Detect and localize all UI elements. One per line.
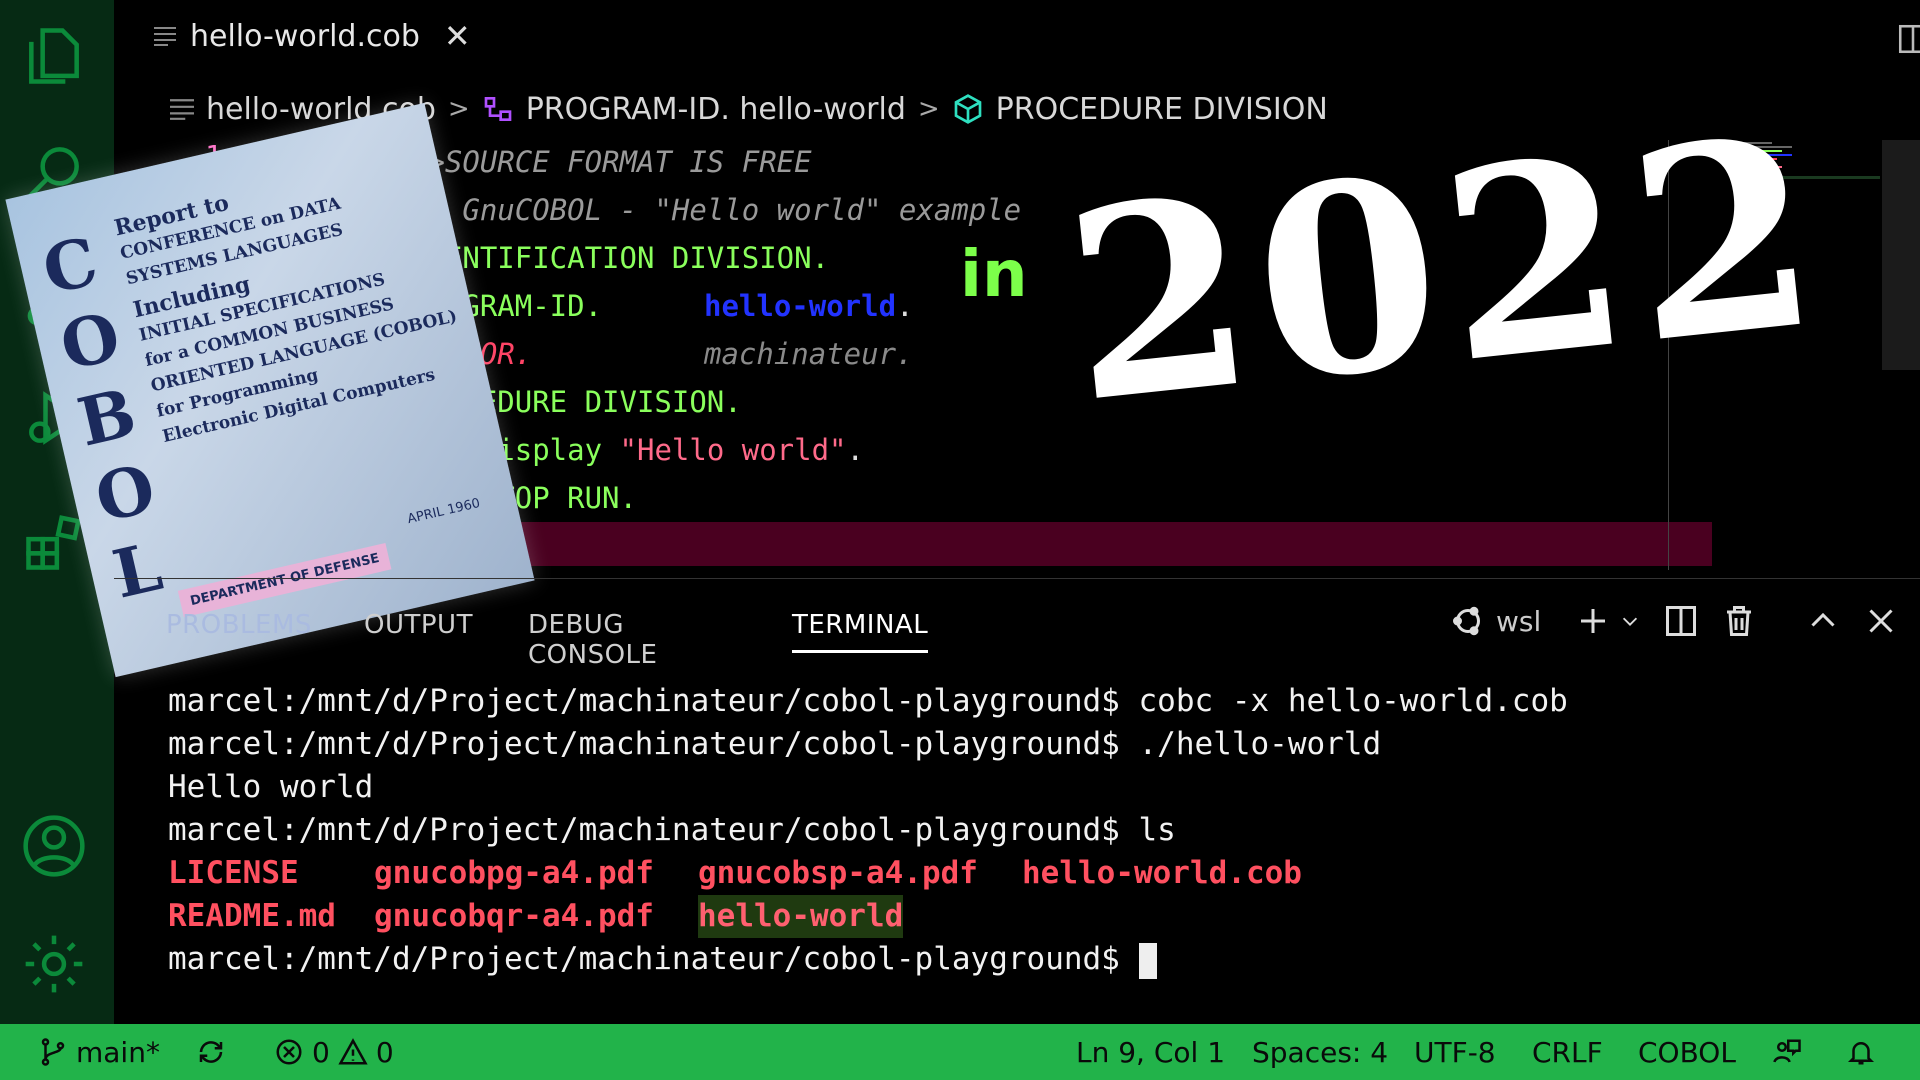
code-string: "Hello world" (619, 433, 847, 467)
feedback-icon (1773, 1039, 1801, 1063)
explorer-icon[interactable] (20, 22, 88, 90)
bell-icon (1847, 1042, 1875, 1065)
tab-terminal[interactable]: TERMINAL (792, 610, 929, 653)
code-line: >>SOURCE FORMAT IS FREE (410, 145, 812, 179)
problems-indicator[interactable]: 0 0 (274, 1024, 394, 1080)
split-terminal-icon[interactable] (1663, 603, 1699, 639)
error-count: 0 (312, 1035, 330, 1069)
close-panel-icon[interactable] (1863, 603, 1899, 639)
trash-icon[interactable] (1721, 603, 1757, 639)
tab-output[interactable]: OUTPUT (364, 610, 473, 640)
settings-gear-icon[interactable] (20, 930, 88, 998)
chevron-up-icon[interactable] (1805, 603, 1841, 639)
code-line: AUTHOR.machinateur. (410, 330, 1021, 378)
notifications-button[interactable] (1846, 1024, 1876, 1080)
file-lines-icon (170, 99, 194, 120)
warning-count: 0 (375, 1035, 394, 1069)
code-punct: . (896, 289, 914, 323)
year-overlay: 2022 (1054, 78, 1838, 462)
editor-tab-bar: hello-world.cob ✕ ··· (114, 0, 1920, 72)
end-of-line[interactable]: CRLF (1532, 1024, 1603, 1080)
status-bar: main* 0 0 Ln 9, Col 1 Spaces: 4 UTF-8 CR… (0, 1024, 1920, 1080)
branch-indicator[interactable]: main* (38, 1024, 160, 1080)
ls-entry: LICENSE (168, 855, 299, 891)
sync-icon (199, 1041, 223, 1063)
panel-actions: wsl (1450, 596, 1899, 646)
terminal-line: marcel:/mnt/d/Project/machinateur/cobol-… (168, 938, 1568, 981)
tab-problems[interactable]: PROBLEMS (166, 610, 312, 640)
ubuntu-icon (1453, 606, 1480, 636)
breadcrumb-separator: > (447, 94, 470, 124)
ls-entry: gnucobpg-a4.pdf (374, 855, 654, 891)
cursor-position[interactable]: Ln 9, Col 1 (1076, 1024, 1225, 1080)
tab-title: hello-world.cob (190, 18, 420, 54)
file-lines-icon (154, 27, 176, 46)
ls-entry: hello-world.cob (1022, 855, 1302, 891)
code-line: IDENTIFICATION DIVISION. (410, 241, 830, 275)
extensions-icon[interactable] (20, 508, 88, 576)
code-punct: . (846, 433, 864, 467)
code-author: machinateur. (704, 337, 914, 371)
ls-entry: README.md (168, 898, 336, 934)
warning-icon (338, 1038, 368, 1065)
new-terminal-icon[interactable] (1575, 603, 1611, 639)
tab-debug-console[interactable]: DEBUG CONSOLE (528, 610, 657, 670)
book-footer: DEPARTMENT OF DEFENSE (177, 542, 392, 618)
ls-entry: gnucobqr-a4.pdf (374, 898, 654, 934)
code-line: PROGRAM-ID. hello-world. (410, 282, 1021, 330)
accounts-icon[interactable] (20, 812, 88, 880)
terminal[interactable]: marcel:/mnt/d/Project/machinateur/cobol-… (168, 680, 1568, 981)
editor-tab-hello-world[interactable]: hello-world.cob ✕ (154, 14, 471, 58)
sync-button[interactable] (196, 1024, 226, 1080)
editor-scrollbar[interactable] (1882, 140, 1920, 370)
chevron-down-icon[interactable] (1619, 610, 1641, 632)
feedback-button[interactable] (1772, 1024, 1802, 1080)
book-title-text: Report to CONFERENCE on DATA SYSTEMS LAN… (111, 189, 460, 448)
terminal-line: marcel:/mnt/d/Project/machinateur/cobol-… (168, 812, 1176, 848)
git-branch-icon (41, 1038, 65, 1066)
ls-entry: gnucobsp-a4.pdf (698, 855, 978, 891)
breadcrumb-program[interactable]: PROGRAM-ID. hello-world (526, 92, 906, 127)
ls-output-row: README.md gnucobqr-a4.pdf hello-world (168, 895, 1568, 938)
symbol-module-icon (954, 94, 982, 124)
panel-border (114, 578, 1920, 579)
terminal-cursor (1138, 942, 1157, 979)
in-word-overlay: in (960, 238, 1028, 312)
code-line: *> GnuCOBOL - "Hello world" example (410, 193, 1022, 227)
symbol-structure-icon (484, 97, 512, 121)
terminal-line: marcel:/mnt/d/Project/machinateur/cobol-… (168, 726, 1382, 762)
language-mode[interactable]: COBOL (1638, 1024, 1736, 1080)
terminal-shell-name[interactable]: wsl (1496, 605, 1541, 638)
encoding[interactable]: UTF-8 (1414, 1024, 1496, 1080)
branch-name: main* (76, 1035, 160, 1069)
code-identifier: hello-world (704, 289, 897, 323)
error-icon (276, 1039, 302, 1065)
terminal-line: marcel:/mnt/d/Project/machinateur/cobol-… (168, 683, 1568, 719)
code-line: PROCEDURE DIVISION. (410, 385, 742, 419)
ls-entry-executable: hello-world (698, 895, 904, 938)
split-editor-icon[interactable] (1896, 22, 1920, 56)
ls-output-row: LICENSE gnucobpg-a4.pdf gnucobsp-a4.pdf … (168, 852, 1568, 895)
indentation[interactable]: Spaces: 4 (1252, 1024, 1388, 1080)
book-date: APRIL 1960 (406, 495, 482, 528)
breadcrumb-separator: > (917, 94, 940, 124)
breadcrumb-division[interactable]: PROCEDURE DIVISION (996, 92, 1328, 127)
terminal-line: Hello world (168, 769, 374, 805)
tab-close-icon[interactable]: ✕ (444, 20, 471, 52)
